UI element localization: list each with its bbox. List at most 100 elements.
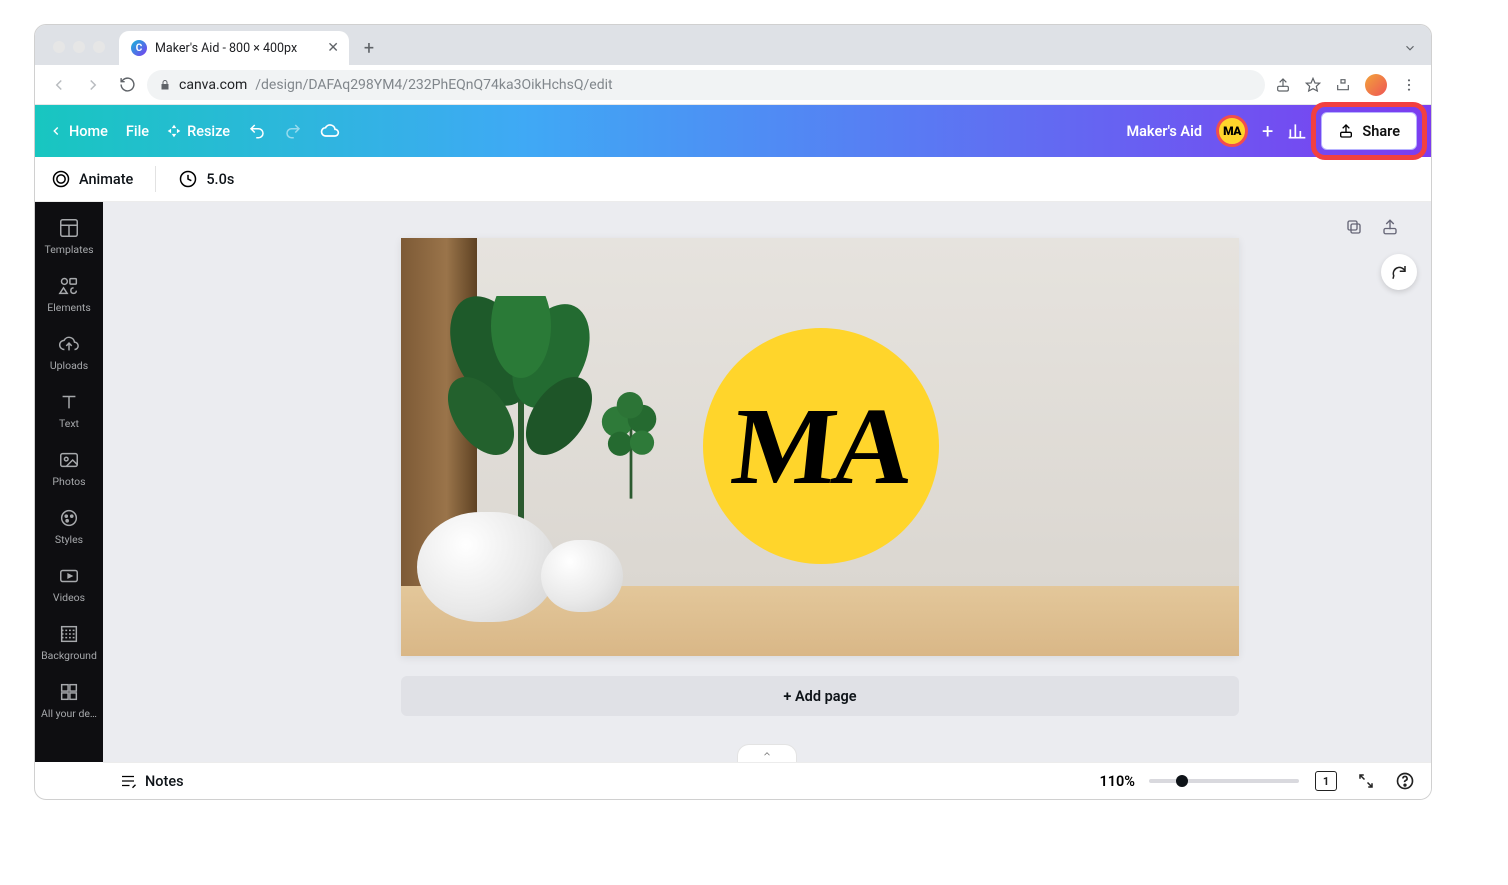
sidebar-item-photos[interactable]: Photos — [35, 440, 103, 496]
resize-label: Resize — [187, 123, 230, 140]
animate-label: Animate — [79, 171, 133, 188]
avatar-text: MA — [1223, 124, 1241, 138]
forward-button[interactable] — [79, 71, 107, 99]
sidebar-label: Background — [35, 649, 103, 662]
sidebar-item-styles[interactable]: Styles — [35, 498, 103, 554]
sidebar-item-templates[interactable]: Templates — [35, 208, 103, 264]
photos-icon — [58, 449, 80, 471]
reload-button[interactable] — [113, 71, 141, 99]
all-designs-icon — [58, 681, 80, 703]
browser-tab-strip: C Maker's Aid - 800 × 400px ✕ + — [35, 25, 1431, 65]
user-avatar[interactable]: MA — [1216, 115, 1248, 147]
sidebar-label: Styles — [35, 533, 103, 546]
tabs-dropdown-icon[interactable] — [1403, 41, 1431, 65]
divider — [155, 166, 156, 192]
sidebar-label: Templates — [35, 243, 103, 256]
new-tab-button[interactable]: + — [355, 37, 383, 65]
zoom-slider[interactable] — [1149, 779, 1299, 783]
more-menu-icon[interactable] — [1401, 77, 1417, 93]
share-button[interactable]: Share — [1321, 112, 1417, 150]
plant-illustration — [431, 296, 611, 526]
file-menu[interactable]: File — [126, 123, 149, 140]
bookmark-icon[interactable] — [1305, 77, 1321, 93]
sidebar-label: Elements — [35, 301, 103, 314]
sidebar-label: Uploads — [35, 359, 103, 372]
browser-tab[interactable]: C Maker's Aid - 800 × 400px ✕ — [119, 31, 349, 65]
page-indicator: 1 — [1323, 775, 1329, 788]
canvas-area[interactable]: MA + Add page — [103, 202, 1431, 762]
lock-icon — [159, 79, 171, 91]
home-label: Home — [69, 123, 108, 140]
maximize-window-icon[interactable] — [93, 41, 105, 53]
notes-icon — [119, 772, 137, 790]
fullscreen-icon[interactable] — [1357, 772, 1375, 790]
animate-icon — [51, 169, 71, 189]
home-button[interactable]: Home — [49, 123, 108, 140]
insights-icon[interactable] — [1287, 121, 1307, 141]
add-collaborator-button[interactable]: + — [1262, 119, 1273, 143]
context-toolbar: Animate 5.0s — [35, 157, 1431, 202]
duration-button[interactable]: 5.0s — [178, 169, 234, 189]
browser-action-icons — [1271, 74, 1421, 96]
share-url-icon[interactable] — [1275, 77, 1291, 93]
sidebar-label: Photos — [35, 475, 103, 488]
resize-button[interactable]: Resize — [167, 123, 230, 140]
sidebar-item-uploads[interactable]: Uploads — [35, 324, 103, 380]
design-page[interactable]: MA — [401, 238, 1239, 656]
plant-small-illustration — [587, 383, 675, 499]
logo-element[interactable]: MA — [703, 328, 939, 564]
add-page-label: + Add page — [783, 688, 856, 705]
videos-icon — [58, 565, 80, 587]
duration-label: 5.0s — [206, 171, 234, 188]
browser-window: C Maker's Aid - 800 × 400px ✕ + canva.co… — [34, 24, 1432, 800]
chevron-up-icon — [760, 749, 774, 759]
address-bar[interactable]: canva.com/design/DAFAq298YM4/232PhEQnQ74… — [147, 70, 1265, 100]
help-icon[interactable] — [1395, 771, 1415, 791]
expand-timeline-handle[interactable] — [737, 744, 797, 762]
sidebar-item-all-designs[interactable]: All your de… — [35, 672, 103, 728]
uploads-icon — [58, 333, 80, 355]
url-domain: canva.com — [179, 77, 247, 93]
extensions-icon[interactable] — [1335, 77, 1351, 93]
document-title[interactable]: Maker's Aid — [1126, 123, 1202, 140]
regenerate-button[interactable] — [1381, 254, 1417, 290]
back-button[interactable] — [45, 71, 73, 99]
templates-icon — [58, 217, 80, 239]
share-icon — [1338, 123, 1354, 139]
pot-small-illustration — [541, 540, 623, 612]
close-window-icon[interactable] — [53, 41, 65, 53]
sidebar-item-videos[interactable]: Videos — [35, 556, 103, 612]
refresh-icon — [1390, 263, 1408, 281]
duplicate-page-icon[interactable] — [1345, 218, 1363, 236]
window-controls — [47, 41, 111, 65]
redo-button[interactable] — [284, 122, 302, 140]
close-tab-icon[interactable]: ✕ — [327, 40, 339, 56]
footer-bar: Notes 110% 1 — [103, 762, 1431, 799]
sidebar-item-elements[interactable]: Elements — [35, 266, 103, 322]
export-page-icon[interactable] — [1381, 218, 1399, 236]
undo-button[interactable] — [248, 122, 266, 140]
browser-toolbar: canva.com/design/DAFAq298YM4/232PhEQnQ74… — [35, 65, 1431, 105]
notes-button[interactable]: Notes — [119, 772, 184, 790]
pot-illustration — [417, 512, 557, 622]
app-header: Home File Resize Maker's Aid MA + — [35, 105, 1431, 157]
cloud-status-icon[interactable] — [320, 121, 340, 141]
minimize-window-icon[interactable] — [73, 41, 85, 53]
sidebar-item-background[interactable]: Background — [35, 614, 103, 670]
sidebar-item-text[interactable]: Text — [35, 382, 103, 438]
zoom-value[interactable]: 110% — [1099, 773, 1135, 790]
sidebar-label: Text — [35, 417, 103, 430]
notes-label: Notes — [145, 773, 184, 790]
animate-button[interactable]: Animate — [51, 169, 133, 189]
sidebar-label: All your de… — [35, 707, 103, 720]
canva-favicon-icon: C — [131, 40, 147, 56]
page-actions — [1345, 218, 1399, 236]
logo-text: MA — [727, 383, 916, 510]
url-path: /design/DAFAq298YM4/232PhEQnQ74ka3OikHch… — [255, 77, 612, 93]
zoom-control: 110% — [1099, 773, 1299, 790]
profile-avatar-icon[interactable] — [1365, 74, 1387, 96]
page-count-button[interactable]: 1 — [1315, 771, 1337, 791]
add-page-button[interactable]: + Add page — [401, 676, 1239, 716]
tab-title: Maker's Aid - 800 × 400px — [155, 41, 319, 56]
side-panel: Templates Elements Uploads Text Photos S… — [35, 202, 103, 762]
